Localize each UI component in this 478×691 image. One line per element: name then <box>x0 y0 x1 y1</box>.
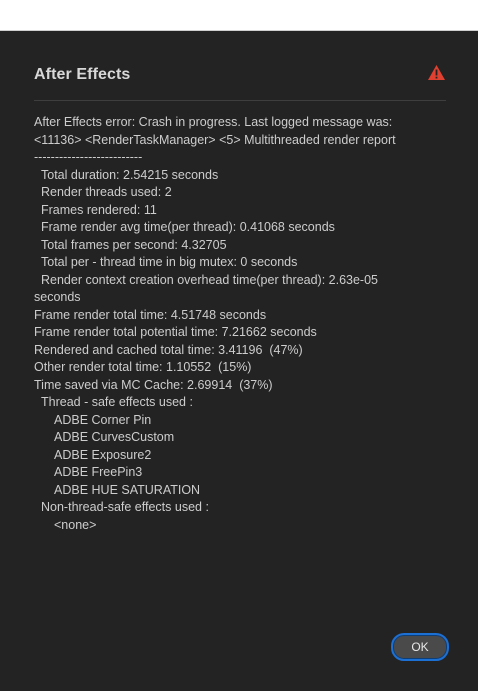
message-line: ADBE Exposure2 <box>54 447 152 462</box>
message-line: -------------------------- <box>34 150 143 164</box>
message-line: <none> <box>54 517 97 532</box>
message-line: Other render total time: 1.10552 (15%) <box>34 360 252 374</box>
message-line: ADBE CurvesCustom <box>54 430 175 444</box>
app-window: After Effects After Effects error: Crash… <box>0 0 478 691</box>
message-line: ADBE Corner Pin <box>54 412 152 427</box>
window-titlebar <box>0 0 478 31</box>
message-line: Frame render avg time(per thread): 0.410… <box>41 220 335 234</box>
message-line: After Effects error: Crash in progress. … <box>34 115 393 129</box>
message-line: Thread - safe effects used : <box>41 395 193 409</box>
message-line: Frames rendered: 11 <box>41 202 157 217</box>
warning-triangle-icon <box>428 65 445 80</box>
message-line: Rendered and cached total time: 3.41196 … <box>34 342 303 357</box>
message-line: Total per - thread time in big mutex: 0 … <box>41 255 298 269</box>
error-message: After Effects error: Crash in progress. … <box>34 114 450 534</box>
message-line: seconds <box>34 290 81 304</box>
message-line: Time saved via MC Cache: 2.69914 (37%) <box>34 377 273 392</box>
dialog-header: After Effects <box>34 64 446 101</box>
message-line: Non-thread-safe effects used : <box>41 500 209 514</box>
message-line: Render threads used: 2 <box>41 185 172 199</box>
message-line: ADBE FreePin3 <box>54 465 143 479</box>
message-line: Total frames per second: 4.32705 <box>41 237 227 252</box>
message-line: Frame render total potential time: 7.216… <box>34 325 317 339</box>
message-line: Frame render total time: 4.51748 seconds <box>34 307 267 322</box>
ok-button[interactable]: OK <box>391 633 449 661</box>
message-line: Render context creation overhead time(pe… <box>41 272 378 287</box>
dialog-title: After Effects <box>34 66 131 83</box>
message-line: <11136> <RenderTaskManager> <5> Multithr… <box>34 132 396 147</box>
message-line: Total duration: 2.54215 seconds <box>41 167 219 182</box>
message-line: ADBE HUE SATURATION <box>54 482 201 497</box>
error-dialog: After Effects After Effects error: Crash… <box>0 31 478 691</box>
